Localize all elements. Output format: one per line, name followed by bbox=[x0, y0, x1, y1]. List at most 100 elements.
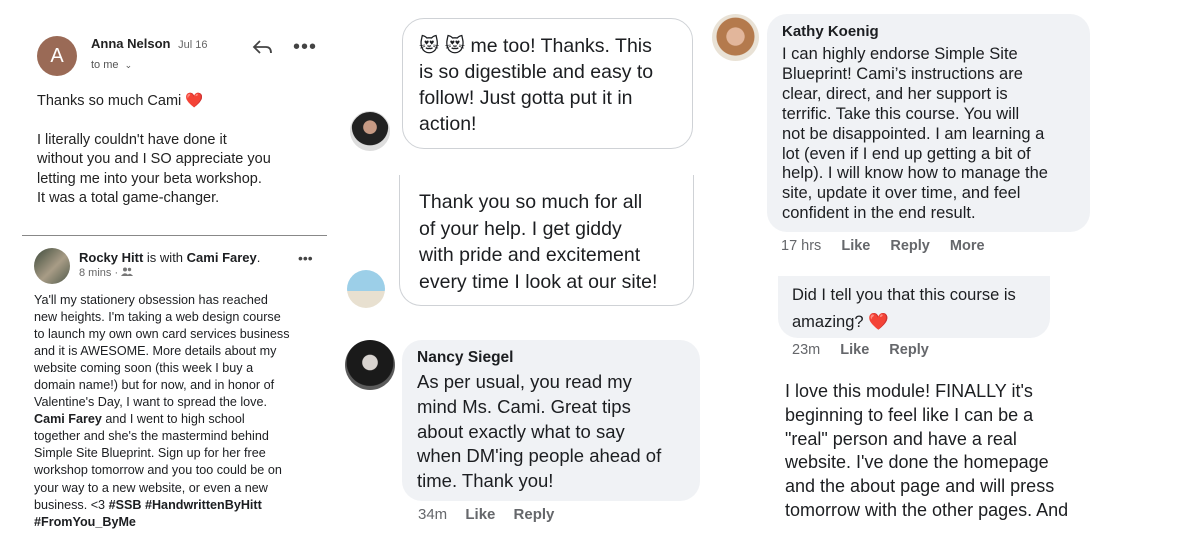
comment-line: and the about page and will press bbox=[785, 476, 1055, 497]
comment-line: I love this module! FINALLY it's bbox=[785, 381, 1033, 401]
post-text-segment: business. <3 bbox=[34, 497, 109, 512]
message-line: follow! Just gotta put it in bbox=[419, 87, 633, 109]
comment-line: Blueprint! Cami’s instructions are bbox=[782, 64, 1023, 83]
heart-icon: ❤️ bbox=[868, 313, 889, 331]
period: . bbox=[256, 250, 261, 265]
post-text-line: Simple Site Blueprint. Sign up for her f… bbox=[34, 446, 266, 461]
post-text-line: business. <3 #SSB #HandwrittenByHitt bbox=[34, 497, 290, 514]
hashtag-link[interactable]: #FromYou_ByMe bbox=[34, 514, 290, 531]
comment-line: "real" person and have a real bbox=[785, 428, 1017, 449]
commenter-name[interactable]: Kathy Koenig bbox=[782, 23, 1075, 40]
comment-line: As per usual, you read my bbox=[417, 371, 632, 392]
message-line: 😻 😻 me too! Thanks. This bbox=[419, 33, 676, 59]
like-button[interactable]: Like bbox=[840, 342, 869, 358]
post-text-line: to launch my own own card services busin… bbox=[34, 327, 290, 342]
post-text-line: new heights. I'm taking a web design cou… bbox=[34, 310, 281, 325]
comment-line: mind Ms. Cami. Great tips bbox=[417, 395, 631, 417]
comment-time[interactable]: 23m bbox=[792, 342, 820, 358]
facebook-post: Rocky Hitt is with Cami Farey. 8 mins · … bbox=[0, 236, 330, 548]
hashtag-links[interactable]: #SSB #HandwrittenByHitt bbox=[109, 498, 262, 512]
comment-line: beginning to feel like I can be a bbox=[785, 404, 1034, 425]
comment-line: confident in the end result. bbox=[782, 204, 976, 223]
post-text-line: domain name!) but for now, and in honor … bbox=[34, 378, 275, 393]
comment-line: not be disappointed. I am learning a bbox=[782, 124, 1045, 143]
comment-line: Did I tell you that this course is bbox=[792, 286, 1016, 304]
heart-icon: ❤️ bbox=[185, 93, 204, 109]
recipient-toggle[interactable]: to me ⌄ bbox=[91, 59, 132, 71]
comment-line: amazing? ❤️ bbox=[792, 309, 1036, 336]
sender-avatar-1[interactable] bbox=[350, 111, 390, 151]
more-button[interactable]: More bbox=[950, 238, 985, 254]
sender-name: Anna Nelson bbox=[91, 36, 171, 51]
comment-text: amazing? bbox=[792, 313, 864, 331]
post-text-line: workshop tomorrow and you too could be o… bbox=[34, 463, 282, 478]
module-comment: I love this module! FINALLY it's beginni… bbox=[785, 380, 1115, 526]
message-line: every time I look at our site! bbox=[419, 270, 658, 293]
email-body-line: It was a total game-changer. bbox=[37, 190, 220, 206]
post-text-line: Ya'll my stationery obsession has reache… bbox=[34, 293, 268, 307]
comment-line: lot (even if I end up getting a bit of bbox=[782, 144, 1031, 163]
post-text-line: and it is AWESOME. More details about my bbox=[34, 344, 277, 359]
author-avatar[interactable] bbox=[34, 248, 70, 284]
message-line: Thank you so much for all bbox=[419, 191, 643, 213]
comment-line: about exactly what to say bbox=[417, 420, 625, 442]
kathy-comment: Kathy Koenig I can highly endorse Simple… bbox=[767, 14, 1090, 232]
message-1: 😻 😻 me too! Thanks. This is so digestibl… bbox=[402, 18, 693, 149]
sender-avatar-2[interactable] bbox=[347, 270, 385, 308]
nancy-comment: Nancy Siegel As per usual, you read my m… bbox=[402, 340, 700, 501]
heart-eyes-cat-emoji: 😻 😻 bbox=[419, 35, 466, 57]
post-author[interactable]: Rocky Hitt bbox=[79, 250, 143, 265]
email-body-line: letting me into your beta workshop. bbox=[37, 170, 262, 187]
commenter-name[interactable]: Nancy Siegel bbox=[417, 349, 685, 367]
email-body-line: without you and I SO appreciate you bbox=[37, 151, 271, 167]
recipient-label: to me bbox=[91, 59, 119, 71]
post-more-icon[interactable]: ••• bbox=[298, 250, 313, 266]
comment-line: clear, direct, and her support is bbox=[782, 84, 1008, 103]
nancy-avatar[interactable] bbox=[345, 340, 395, 390]
email-body-line: I literally couldn't have done it bbox=[37, 131, 227, 148]
comment-line: help). I will know how to manage the bbox=[782, 164, 1048, 183]
with-label: is with bbox=[146, 250, 184, 265]
message-line: action! bbox=[419, 113, 477, 135]
reply-icon[interactable] bbox=[252, 38, 274, 58]
comment-line: I can highly endorse Simple Site bbox=[782, 45, 1018, 63]
comment-line: time. Thank you! bbox=[417, 470, 554, 492]
message-text: me too! Thanks. This bbox=[470, 35, 652, 57]
mention-link[interactable]: Cami Farey bbox=[34, 412, 102, 426]
comment-time[interactable]: 34m bbox=[418, 506, 447, 523]
post-text-line: Cami Farey and I went to high school bbox=[34, 411, 290, 428]
chevron-down-icon: ⌄ bbox=[124, 60, 133, 70]
message-line: of your help. I get giddy bbox=[419, 217, 622, 240]
post-text-segment: and I went to high school bbox=[101, 412, 245, 427]
comment-time[interactable]: 17 hrs bbox=[781, 238, 821, 254]
comment-line: website. I've done the homepage bbox=[785, 452, 1049, 473]
comment-line: terrific. Take this course. You will bbox=[782, 104, 1020, 123]
message-line: is so digestible and easy to bbox=[419, 61, 654, 83]
email-panel: A Anna Nelson Jul 16 to me ⌄ ••• Thanks … bbox=[0, 0, 330, 236]
comment-line: tomorrow with the other pages. And bbox=[785, 499, 1069, 520]
email-date: Jul 16 bbox=[178, 39, 208, 51]
more-options-icon[interactable]: ••• bbox=[293, 36, 317, 59]
comment-2: Did I tell you that this course is amazi… bbox=[778, 276, 1050, 338]
friends-icon bbox=[121, 267, 134, 279]
greeting-text: Thanks so much Cami bbox=[37, 93, 182, 109]
reply-button[interactable]: Reply bbox=[890, 238, 930, 254]
message-2: Thank you so much for all of your help. … bbox=[399, 175, 694, 306]
post-time[interactable]: 8 mins bbox=[79, 267, 111, 279]
tagged-user[interactable]: Cami Farey bbox=[187, 250, 257, 265]
sender-avatar[interactable]: A bbox=[37, 36, 77, 76]
reply-button[interactable]: Reply bbox=[889, 342, 929, 358]
post-text-line: website coming soon (this week I buy a bbox=[34, 361, 254, 376]
kathy-avatar[interactable] bbox=[712, 14, 759, 61]
email-greeting: Thanks so much Cami ❤️ bbox=[37, 92, 271, 112]
reply-button[interactable]: Reply bbox=[514, 506, 555, 523]
like-button[interactable]: Like bbox=[465, 506, 495, 523]
like-button[interactable]: Like bbox=[841, 238, 870, 254]
message-line: with pride and excitement bbox=[419, 244, 641, 266]
comment-line: when DM'ing people ahead of bbox=[417, 445, 662, 467]
post-text-line: your way to a new website, or even a new bbox=[34, 480, 268, 495]
comment-line: site, update it over time, and feel bbox=[782, 184, 1021, 203]
post-text-line: together and she's the mastermind behind bbox=[34, 429, 269, 444]
avatar-letter: A bbox=[50, 44, 64, 67]
post-text-line: Valentine's Day, I want to spread the lo… bbox=[34, 395, 267, 410]
